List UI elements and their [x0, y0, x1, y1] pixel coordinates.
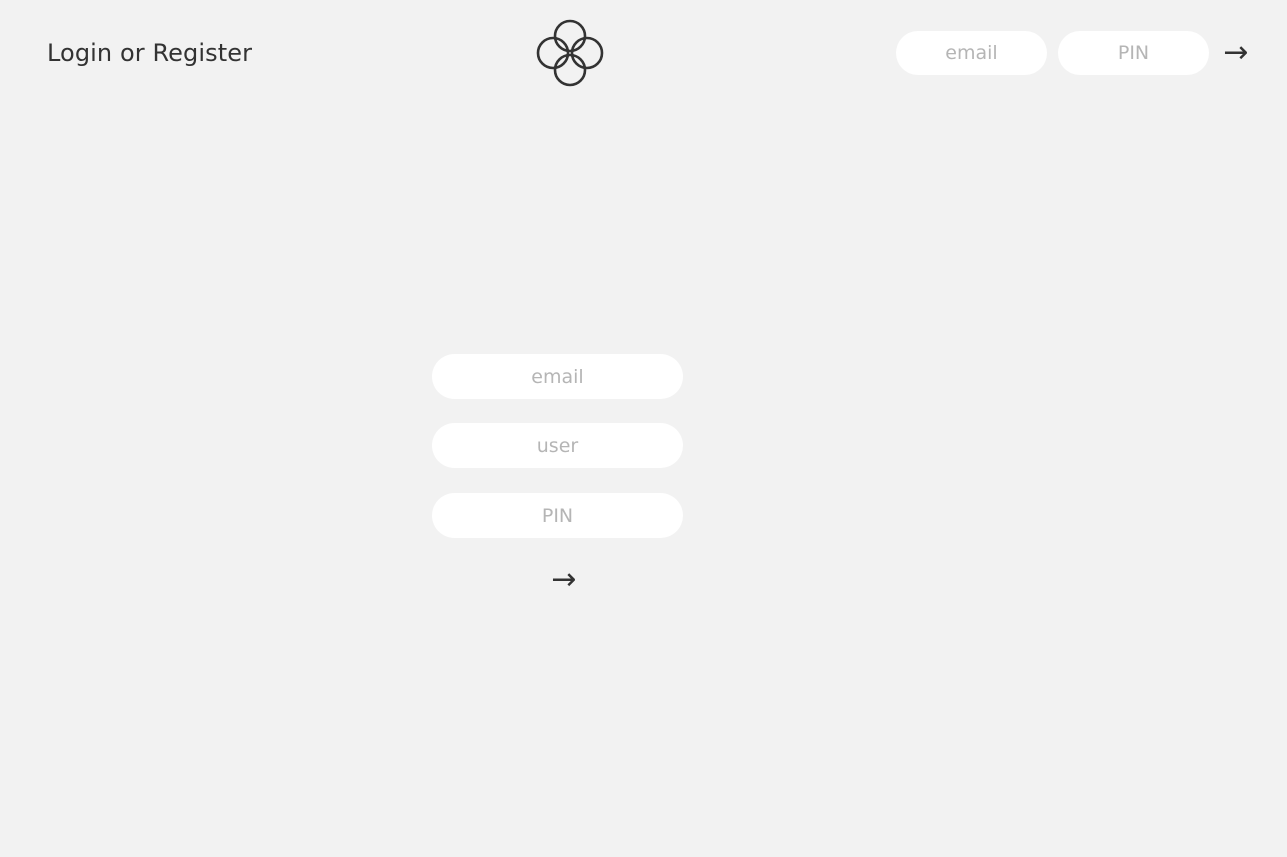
- register-email-input[interactable]: [432, 354, 683, 399]
- register-user-input[interactable]: [432, 423, 683, 468]
- login-submit-arrow-button[interactable]: →: [1220, 38, 1252, 68]
- register-pin-input[interactable]: [432, 493, 683, 538]
- login-email-input[interactable]: [896, 31, 1047, 75]
- page-title: Login or Register: [47, 39, 253, 67]
- login-pin-input[interactable]: [1058, 31, 1209, 75]
- four-circles-logo-icon: [536, 19, 604, 87]
- register-submit-arrow-button[interactable]: →: [548, 565, 580, 595]
